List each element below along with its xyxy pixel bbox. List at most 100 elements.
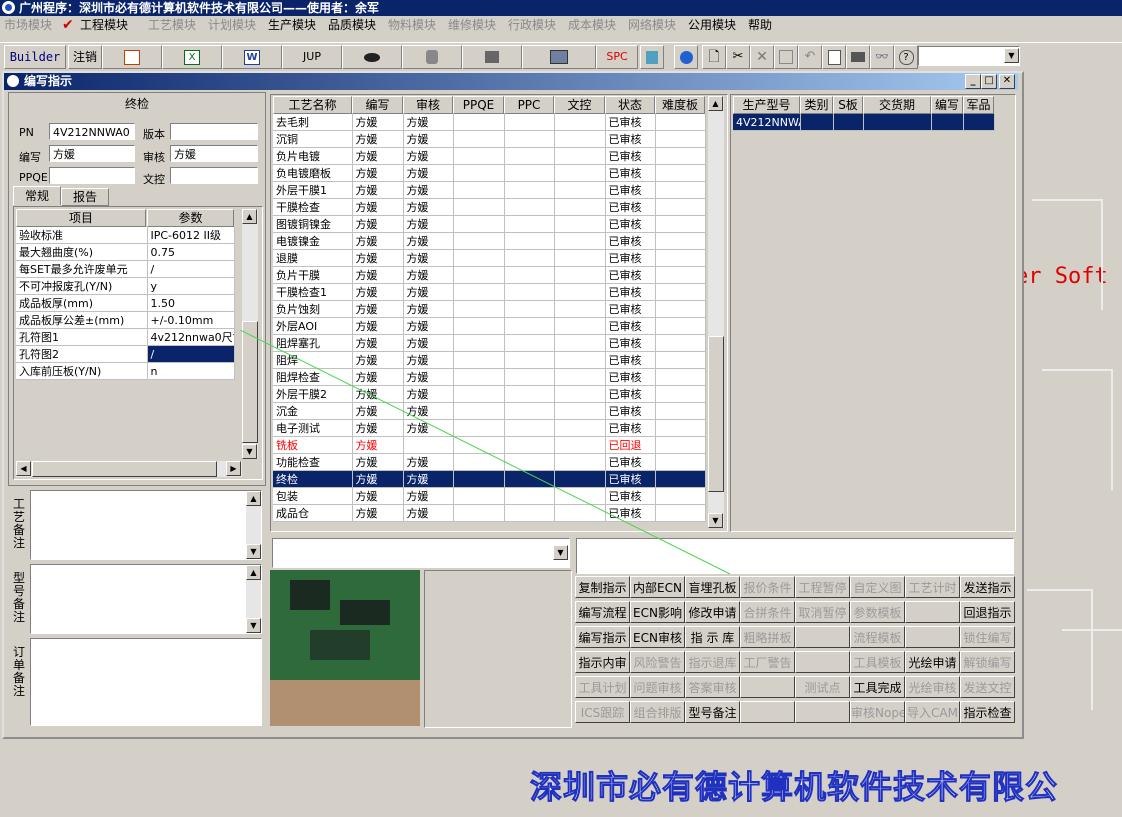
menu-item[interactable]: 网络模块: [628, 17, 676, 33]
process-cell[interactable]: [554, 215, 606, 233]
production-header-cell[interactable]: 类别: [800, 96, 833, 114]
process-cell[interactable]: 已审核: [605, 453, 656, 471]
process-cell[interactable]: 功能检查: [273, 453, 353, 471]
process-cell[interactable]: 方媛: [352, 283, 404, 301]
action-button[interactable]: 答案审核: [685, 676, 740, 698]
database-button[interactable]: [402, 45, 462, 69]
process-cell[interactable]: 方媛: [352, 300, 404, 318]
process-cell[interactable]: 已审核: [605, 300, 656, 318]
process-cell[interactable]: [504, 300, 555, 318]
process-row[interactable]: 沉铜 方媛 方媛 已审核: [273, 130, 706, 148]
process-cell[interactable]: 方媛: [403, 164, 454, 182]
scroll-up-icon[interactable]: ▲: [242, 209, 257, 224]
process-cell[interactable]: [655, 181, 706, 199]
new-button[interactable]: 🗋: [702, 45, 726, 69]
param-row[interactable]: 入库前压板(Y/N) n: [16, 362, 235, 380]
process-cell[interactable]: 已审核: [605, 334, 656, 352]
action-button[interactable]: 发送指示: [960, 576, 1015, 598]
process-row[interactable]: 图镀铜镍金 方媛 方媛 已审核: [273, 215, 706, 233]
scroll-up-icon[interactable]: ▲: [246, 565, 261, 580]
process-cell[interactable]: [504, 215, 555, 233]
action-button[interactable]: 自定义图: [850, 576, 905, 598]
action-button[interactable]: 光绘审核: [905, 676, 960, 698]
process-cell[interactable]: [504, 368, 555, 386]
process-cell[interactable]: 方媛: [352, 147, 404, 165]
param-name[interactable]: 孔符图2: [16, 345, 148, 363]
process-cell[interactable]: [554, 283, 606, 301]
process-cell[interactable]: 阻焊: [273, 351, 353, 369]
process-cell[interactable]: [554, 368, 606, 386]
preview-button[interactable]: [822, 45, 846, 69]
menu-item[interactable]: 工艺模块: [148, 17, 196, 33]
process-cell[interactable]: 负片干膜: [273, 266, 353, 284]
process-cell[interactable]: [504, 249, 555, 267]
process-cell[interactable]: 方媛: [352, 351, 404, 369]
process-cell[interactable]: [504, 504, 555, 522]
scroll-thumb[interactable]: [708, 336, 724, 492]
process-cell[interactable]: 方媛: [403, 266, 454, 284]
menu-item[interactable]: 生产模块: [268, 17, 316, 33]
process-cell[interactable]: [504, 317, 555, 335]
process-cell[interactable]: [453, 317, 505, 335]
process-cell[interactable]: [554, 114, 606, 131]
process-cell[interactable]: 方媛: [403, 283, 454, 301]
process-header-cell[interactable]: 状态: [605, 96, 655, 114]
process-cell[interactable]: [453, 232, 505, 250]
process-cell[interactable]: 方媛: [352, 385, 404, 403]
action-button[interactable]: 指 示 库: [685, 626, 740, 648]
cut-button[interactable]: ✂: [726, 45, 750, 69]
process-cell[interactable]: [504, 402, 555, 420]
process-cell[interactable]: 方媛: [352, 317, 404, 335]
process-row[interactable]: 功能检查 方媛 方媛 已审核: [273, 453, 706, 471]
action-button[interactable]: 取消暂停: [795, 601, 850, 623]
scroll-up-icon[interactable]: ▲: [246, 491, 261, 506]
process-cell[interactable]: [554, 164, 606, 182]
param-name[interactable]: 验收标准: [16, 227, 148, 244]
process-cell[interactable]: [453, 334, 505, 352]
process-cell[interactable]: [655, 402, 706, 420]
param-row[interactable]: 最大翘曲度(%) 0.75: [16, 243, 235, 261]
param-row[interactable]: 验收标准 IPC-6012 II级: [16, 227, 235, 244]
process-row[interactable]: 外层干膜2 方媛 方媛 已审核: [273, 385, 706, 403]
process-cell[interactable]: 电子测试: [273, 419, 353, 437]
action-button[interactable]: 组合排版: [630, 701, 685, 723]
process-cell[interactable]: 方媛: [352, 232, 404, 250]
process-notes-field[interactable]: ▲ ▼: [30, 490, 262, 560]
process-cell[interactable]: 已审核: [605, 130, 656, 148]
param-row[interactable]: 成品板厚(mm) 1.50: [16, 294, 235, 312]
notes-scrollbar[interactable]: ▲ ▼: [246, 491, 261, 559]
process-cell[interactable]: [403, 436, 454, 454]
process-cell[interactable]: 已回退: [605, 436, 656, 454]
process-row[interactable]: 终检 方媛 方媛 已审核: [273, 470, 706, 488]
action-button[interactable]: 锁住编写: [960, 626, 1015, 648]
process-cell[interactable]: [554, 487, 606, 505]
process-row[interactable]: 外层AOI 方媛 方媛 已审核: [273, 317, 706, 335]
process-cell[interactable]: [453, 249, 505, 267]
production-cell[interactable]: [931, 114, 964, 131]
params-hscrollbar[interactable]: ◀ ▶: [16, 461, 242, 477]
process-cell[interactable]: [655, 130, 706, 148]
model-notes-field[interactable]: ▲ ▼: [30, 564, 262, 634]
process-cell[interactable]: [554, 249, 606, 267]
param-value[interactable]: 4v212nnwa0尺寸: [147, 328, 235, 346]
production-cell[interactable]: [833, 114, 864, 131]
action-button[interactable]: 导入CAM: [905, 701, 960, 723]
process-combo[interactable]: ▼: [272, 538, 570, 568]
process-cell[interactable]: 已审核: [605, 164, 656, 182]
process-cell[interactable]: 已审核: [605, 487, 656, 505]
process-row[interactable]: 退膜 方媛 方媛 已审核: [273, 249, 706, 267]
process-header-cell[interactable]: 审核: [403, 96, 453, 114]
process-cell[interactable]: 外层干膜1: [273, 181, 353, 199]
process-cell[interactable]: [453, 283, 505, 301]
process-cell[interactable]: 沉铜: [273, 130, 353, 148]
process-cell[interactable]: [453, 215, 505, 233]
menu-item[interactable]: 成本模块: [568, 17, 616, 33]
param-value[interactable]: /: [147, 345, 235, 363]
toolbar-dropdown[interactable]: ▼: [918, 46, 1020, 66]
process-header-cell[interactable]: 编写: [352, 96, 403, 114]
process-cell[interactable]: 方媛: [403, 419, 454, 437]
process-cell[interactable]: [655, 334, 706, 352]
tab-general[interactable]: 常规: [13, 186, 61, 205]
process-cell[interactable]: 已审核: [605, 249, 656, 267]
order-notes-field[interactable]: [30, 638, 262, 726]
